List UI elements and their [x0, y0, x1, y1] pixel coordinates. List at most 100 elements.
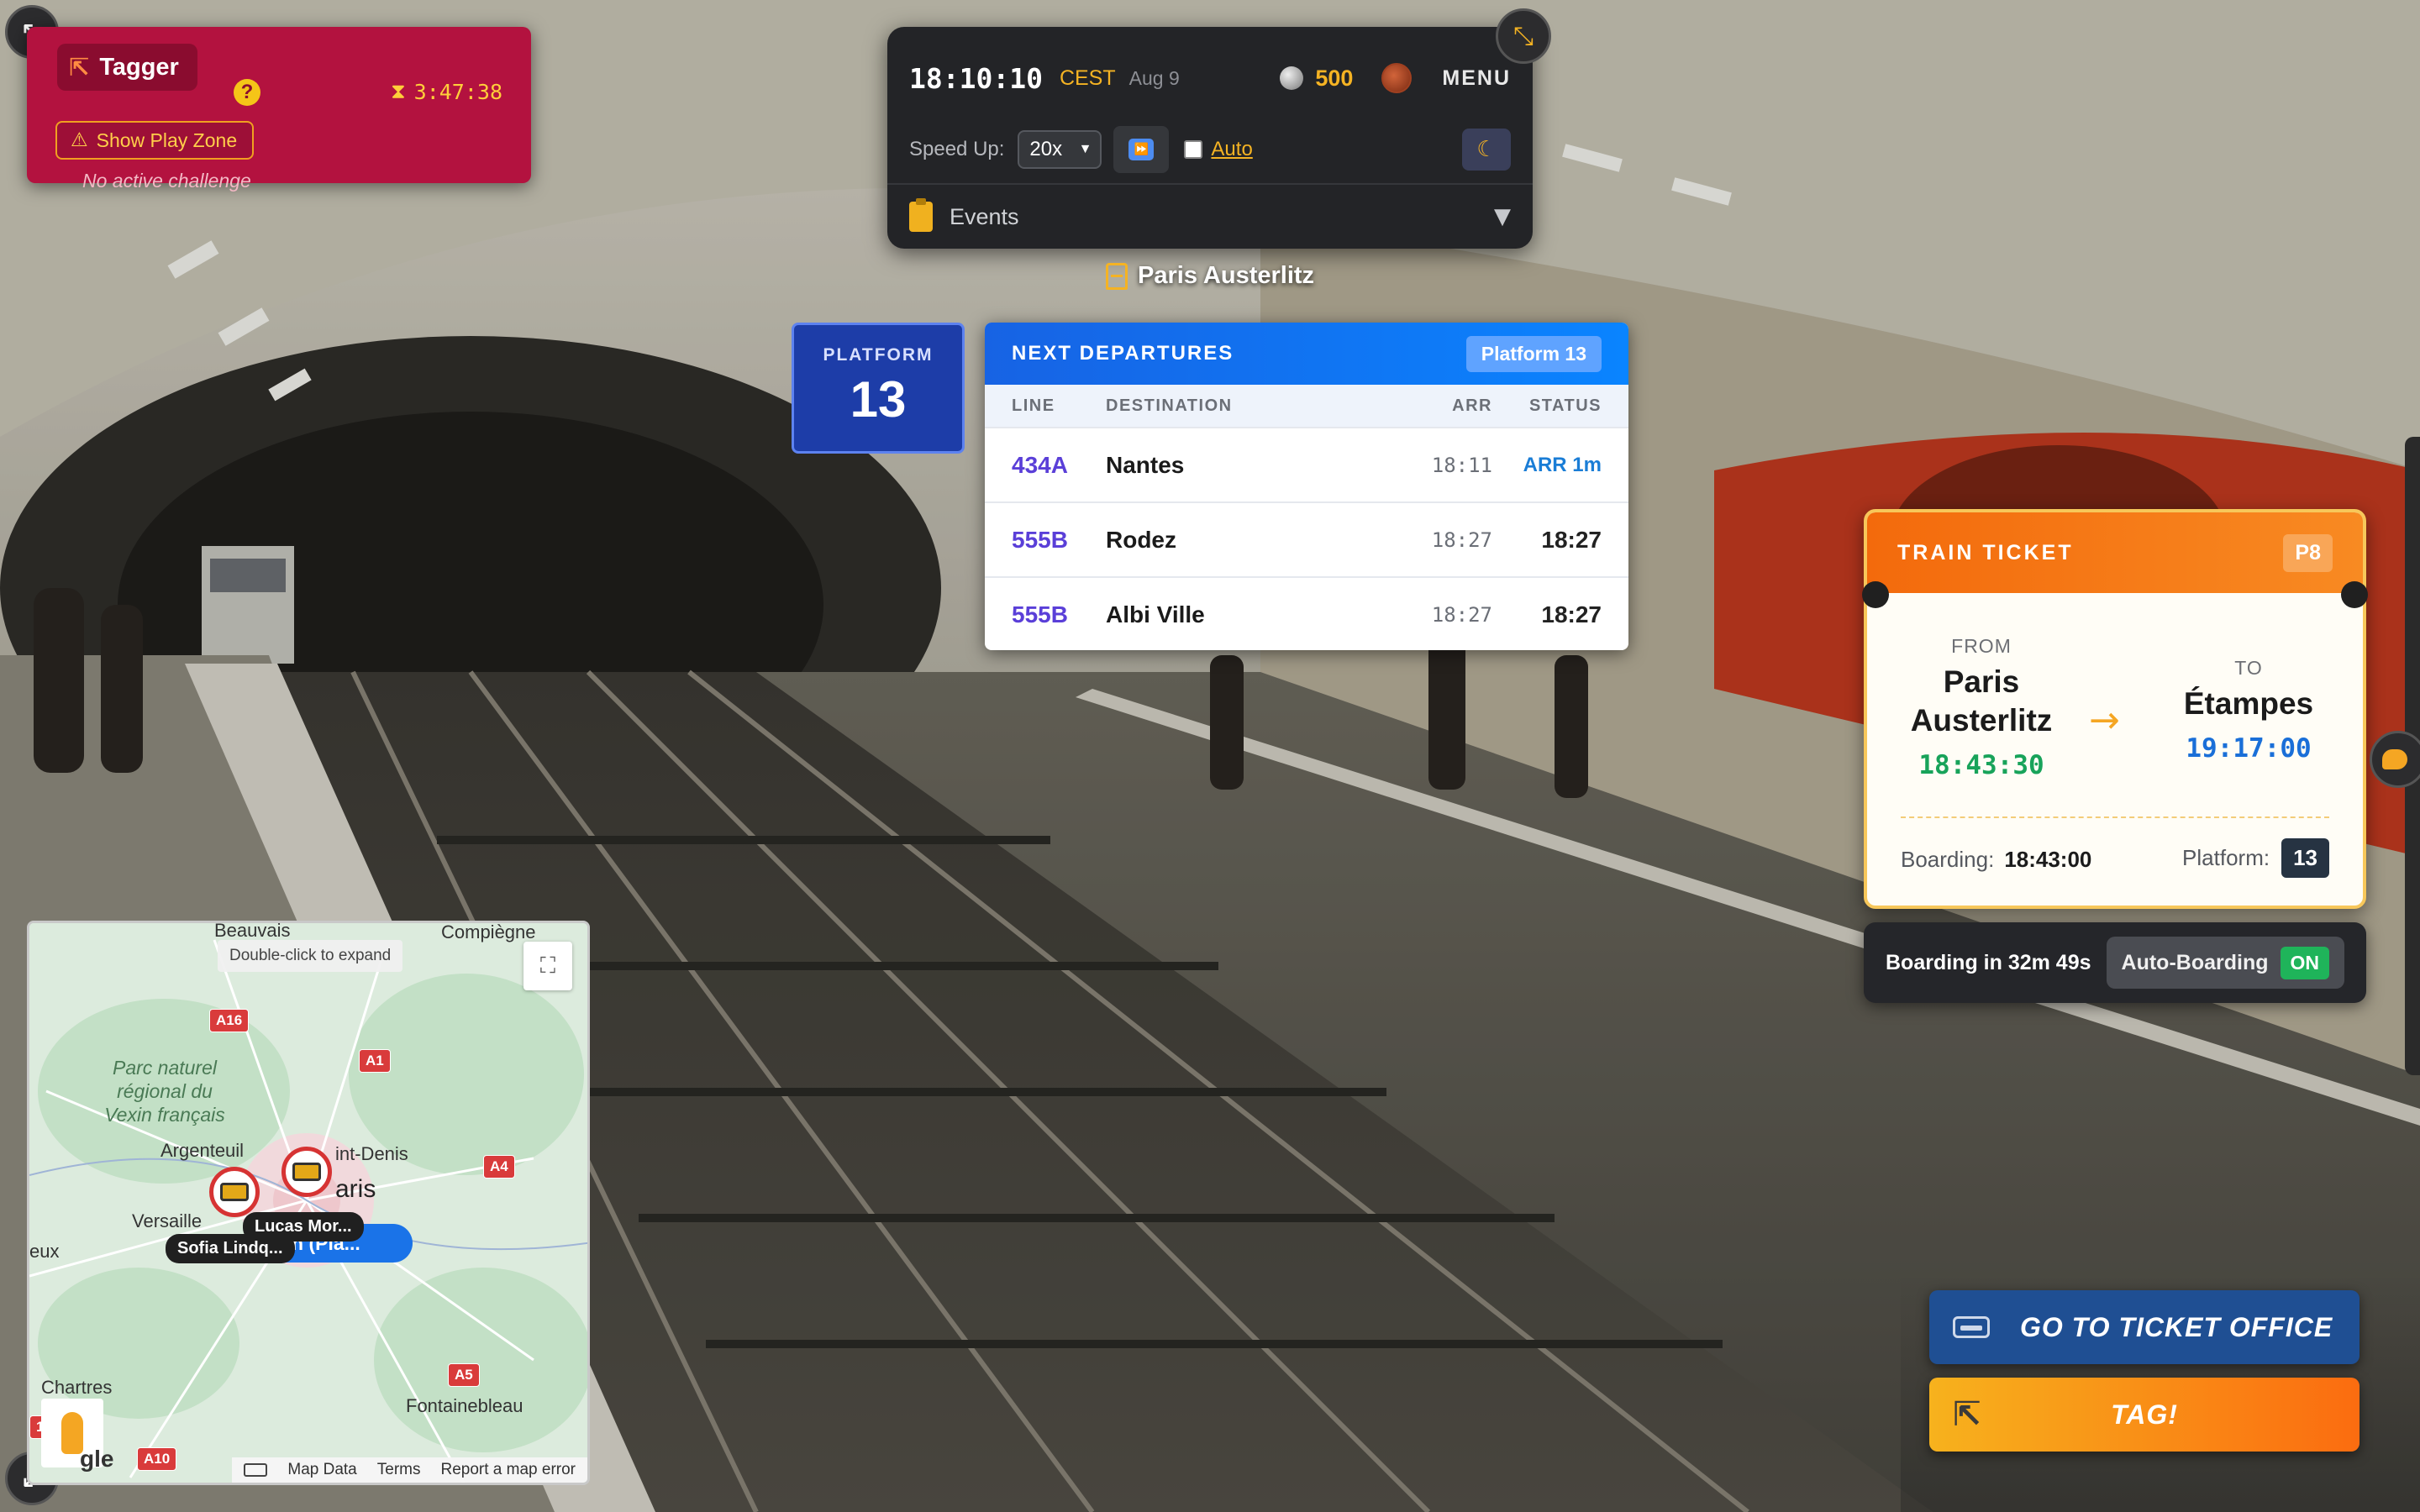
- ticket-office-icon: [1953, 1316, 1990, 1338]
- boarding-countdown: Boarding in 32m 49s: [1886, 950, 2091, 974]
- ticket-boarding: Boarding: 18:43:00: [1901, 847, 2091, 873]
- keyboard-icon[interactable]: [244, 1463, 268, 1477]
- map-place-versailles: Versaille: [132, 1210, 203, 1231]
- road-shield-a1: A1: [359, 1049, 391, 1073]
- mini-map[interactable]: Beauvais Compiègne Double-click to expan…: [27, 921, 590, 1485]
- terms-link[interactable]: Terms: [377, 1461, 421, 1479]
- go-to-ticket-office-button[interactable]: GO TO TICKET OFFICE: [1929, 1290, 2360, 1364]
- departure-arr: 18:27: [1431, 528, 1492, 552]
- tag-button[interactable]: ⇱ TAG!: [1929, 1378, 2360, 1452]
- auto-boarding-toggle[interactable]: Auto-Boarding ON: [2106, 937, 2344, 989]
- ticket-divider: [1901, 816, 2329, 818]
- train-ticket: TRAIN TICKET P8 FROM Paris Austerlitz 18…: [1862, 509, 2368, 909]
- events-dropdown[interactable]: Events ▼: [887, 183, 1533, 249]
- tag-arrow-icon: ⇱: [69, 53, 90, 81]
- station-name: Paris Austerlitz: [1138, 262, 1315, 289]
- coin-count: 500: [1315, 65, 1354, 91]
- departure-line: 555B: [1012, 526, 1068, 553]
- departure-arr: 18:27: [1431, 602, 1492, 627]
- column-header-arr: ARR: [1452, 396, 1492, 415]
- column-header-line: LINE: [1012, 396, 1055, 415]
- ticket-to-label: TO: [2234, 657, 2263, 679]
- speed-select[interactable]: 20x ▼: [1018, 130, 1102, 169]
- auto-checkbox[interactable]: [1184, 140, 1203, 159]
- road-shield-a4: A4: [483, 1155, 515, 1179]
- ticket-from-label: FROM: [1951, 635, 2012, 657]
- game-timer-value: 3:47:38: [413, 79, 502, 104]
- road-shield-a5: A5: [448, 1363, 480, 1387]
- report-map-error-link[interactable]: Report a map error: [440, 1461, 576, 1479]
- clock-row: 18:10:10 CEST Aug 9 500 MENU: [909, 57, 1511, 99]
- help-icon[interactable]: ?: [234, 79, 260, 106]
- map-place-chartres: Chartres: [41, 1377, 113, 1398]
- ticket-punch-hole: [2341, 581, 2368, 608]
- departure-row[interactable]: 555B Rodez 18:27 18:27: [985, 501, 1628, 576]
- ticket-to-city: Étampes: [2183, 686, 2314, 721]
- player-marker-lucas[interactable]: [281, 1147, 332, 1197]
- map-place-fontainebleau: Fontainebleau: [406, 1395, 523, 1416]
- tag-label: TAG!: [2111, 1399, 2178, 1430]
- clock-time: 18:10:10: [909, 61, 1043, 95]
- departure-row[interactable]: 434A Nantes 18:11 ARR 1m: [985, 427, 1628, 501]
- platform-badge: PLATFORM 13: [792, 323, 965, 454]
- map-place-eux: eux: [29, 1241, 60, 1262]
- go-to-ticket-office-label: GO TO TICKET OFFICE: [2020, 1311, 2333, 1342]
- night-mode-button[interactable]: ☾: [1462, 129, 1511, 171]
- ticket-platform-label: Platform:: [2182, 845, 2270, 870]
- clock-date: Aug 9: [1128, 66, 1180, 89]
- moon-icon: ☾: [1476, 137, 1497, 162]
- map-place-paris: aris: [335, 1175, 376, 1203]
- road-shield-a16: A16: [209, 1009, 250, 1032]
- clock-timezone: CEST: [1059, 66, 1116, 90]
- map-place-compiegne: Compiègne: [441, 921, 536, 942]
- departure-row[interactable]: 555B Albi Ville 18:27 18:27: [985, 576, 1628, 650]
- basketball-icon[interactable]: [1381, 63, 1413, 93]
- clipboard-icon: [909, 198, 933, 232]
- google-logo: gle: [80, 1446, 114, 1472]
- ticket-platform: Platform: 13: [2182, 838, 2329, 878]
- map-data-link[interactable]: Map Data: [287, 1461, 356, 1479]
- zone-icon: ⚠: [71, 129, 88, 151]
- ticket-header: TRAIN TICKET P8: [1867, 512, 2363, 593]
- player-marker-sofia[interactable]: [209, 1167, 260, 1217]
- departure-destination: Nantes: [1106, 451, 1185, 478]
- show-play-zone-button[interactable]: ⚠ Show Play Zone: [55, 121, 255, 160]
- departure-line: 555B: [1012, 601, 1068, 627]
- speed-controls: Speed Up: 20x ▼ ⏩ Auto ☾: [909, 118, 1511, 181]
- events-label: Events: [950, 203, 1019, 229]
- tagger-panel: ⇱ Tagger ? ⧗ 3:47:38 ⚠ Show Play Zone No…: [27, 27, 531, 192]
- chat-button[interactable]: [2370, 731, 2420, 788]
- speed-label: Speed Up:: [909, 138, 1005, 160]
- ticket-origin: FROM Paris Austerlitz 18:43:30: [1892, 635, 2070, 780]
- auto-boarding-state: ON: [2280, 946, 2329, 979]
- auto-label[interactable]: Auto: [1211, 138, 1252, 161]
- road-shield-a10: A10: [137, 1447, 177, 1471]
- coin-balance: 500 MENU: [1280, 63, 1511, 93]
- departure-destination: Albi Ville: [1106, 601, 1205, 627]
- hourglass-icon: ⧗: [391, 79, 406, 103]
- tagger-role-label: Tagger: [99, 53, 179, 81]
- station-label: Paris Austerlitz: [1106, 262, 1314, 290]
- departures-header: NEXT DEPARTURES Platform 13: [985, 323, 1628, 385]
- ticket-to-time: 19:17:00: [2186, 733, 2312, 764]
- fast-forward-button[interactable]: ⏩: [1113, 126, 1170, 173]
- boarding-status-bar: Boarding in 32m 49s Auto-Boarding ON: [1864, 922, 2366, 1003]
- auto-boarding-label: Auto-Boarding: [2121, 950, 2269, 974]
- fast-forward-icon: ⏩: [1128, 139, 1155, 160]
- tagger-role-badge: ⇱ Tagger: [57, 44, 197, 91]
- ticket-punch-hole: [1862, 581, 1889, 608]
- ticket-title: TRAIN TICKET: [1897, 540, 2074, 564]
- train-station-icon: [1106, 262, 1128, 290]
- game-timer: ⧗ 3:47:38: [391, 79, 502, 104]
- coin-icon: [1280, 66, 1304, 90]
- collapse-panel-button[interactable]: ⤡: [1496, 8, 1551, 64]
- menu-button[interactable]: MENU: [1442, 66, 1511, 91]
- map-place-saint-denis: int-Denis: [335, 1143, 408, 1164]
- fullscreen-icon[interactable]: ⛶: [523, 942, 572, 990]
- chevron-down-icon: ▼: [1078, 142, 1092, 156]
- ticket-destination: TO Étampes 19:17:00: [2160, 657, 2338, 764]
- departures-title: NEXT DEPARTURES: [1012, 342, 1234, 365]
- departure-status: 18:27: [1541, 601, 1602, 627]
- player-vehicle-icon: [220, 1183, 249, 1201]
- player-tag-sofia: Sofia Lindq...: [166, 1234, 295, 1263]
